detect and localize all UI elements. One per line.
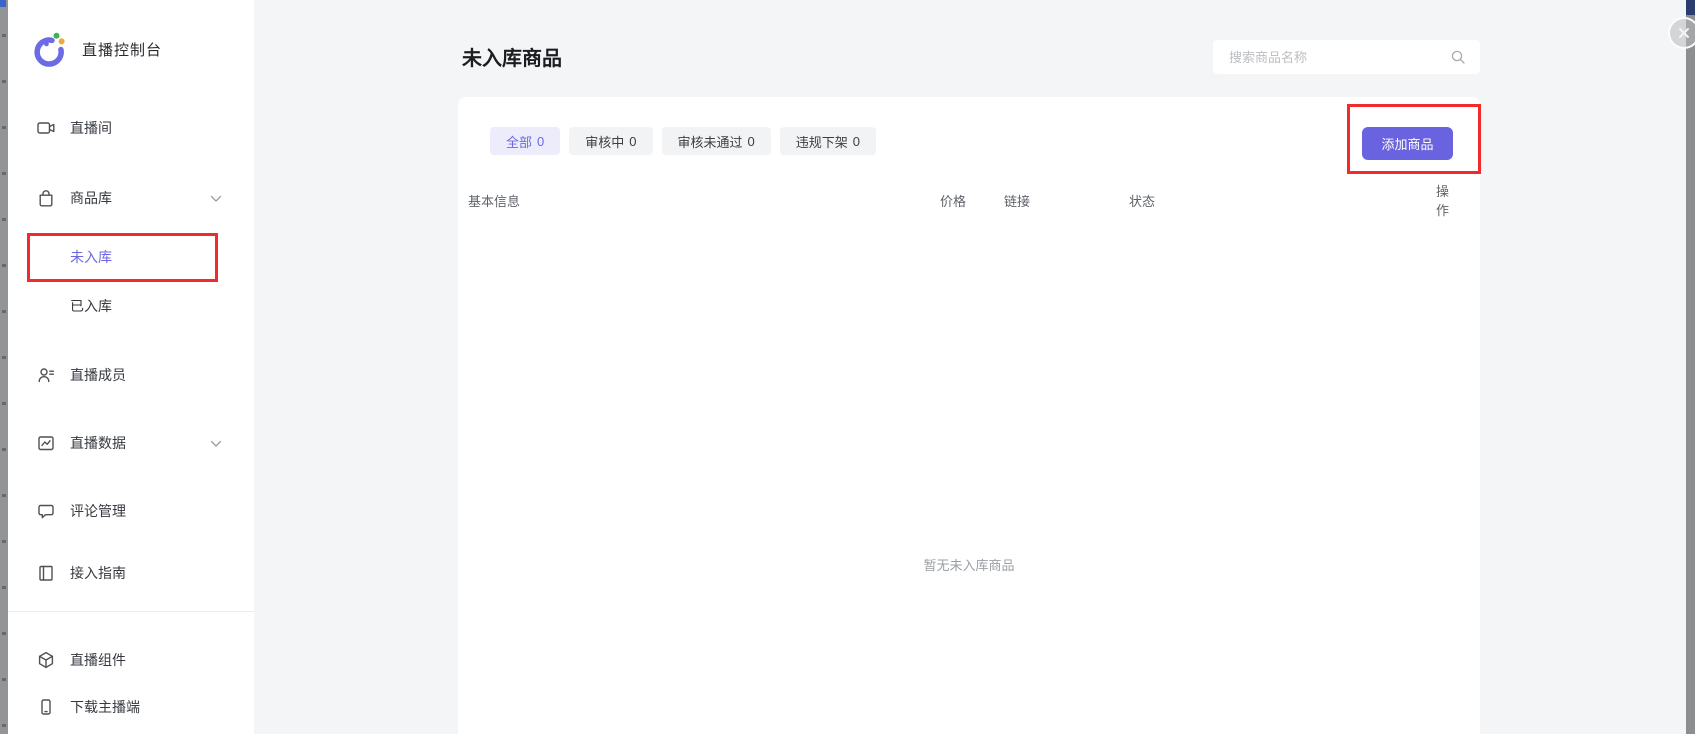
column-header-status: 状态 bbox=[1129, 191, 1436, 210]
sidebar-item-label: 商品库 bbox=[70, 188, 112, 208]
search-box bbox=[1213, 40, 1480, 74]
column-header-price: 价格 bbox=[940, 191, 1004, 210]
cube-icon bbox=[36, 650, 56, 670]
sidebar-item-label: 接入指南 bbox=[70, 563, 126, 583]
member-list-icon bbox=[36, 365, 56, 385]
product-card: 全部 0 审核中 0 审核未通过 0 违规下架 0 添加商品 基本信息 价格 链… bbox=[458, 97, 1480, 734]
app-title: 直播控制台 bbox=[82, 39, 162, 60]
filter-tab-review-failed[interactable]: 审核未通过 0 bbox=[662, 127, 771, 155]
filter-count: 0 bbox=[537, 134, 544, 149]
sidebar-item-label: 直播组件 bbox=[70, 650, 126, 670]
sidebar-divider bbox=[8, 611, 254, 612]
column-header-link: 链接 bbox=[1004, 191, 1129, 210]
phone-icon bbox=[36, 697, 56, 717]
add-product-button[interactable]: 添加商品 bbox=[1362, 127, 1453, 160]
page-title: 未入库商品 bbox=[462, 42, 562, 71]
search-input[interactable] bbox=[1213, 50, 1450, 65]
sidebar-item-label: 直播数据 bbox=[70, 433, 126, 453]
sidebar-item-comment-management[interactable]: 评论管理 bbox=[8, 497, 254, 525]
sidebar-item-label: 未入库 bbox=[70, 247, 112, 267]
chart-icon bbox=[36, 433, 56, 453]
sidebar-item-live-data[interactable]: 直播数据 bbox=[8, 429, 254, 457]
sidebar-item-live-room[interactable]: 直播间 bbox=[8, 114, 254, 142]
guide-book-icon bbox=[36, 563, 56, 583]
sidebar: 直播控制台 直播间 商品库 未入库 已入库 bbox=[8, 0, 254, 734]
background-window-titlebar-fragment bbox=[1686, 0, 1695, 15]
video-camera-icon bbox=[36, 118, 56, 138]
sidebar-item-access-guide[interactable]: 接入指南 bbox=[8, 559, 254, 587]
app-logo-row: 直播控制台 bbox=[32, 31, 162, 67]
sidebar-item-label: 直播成员 bbox=[70, 365, 126, 385]
empty-state-text: 暂无未入库商品 bbox=[923, 555, 1014, 574]
sidebar-item-live-components[interactable]: 直播组件 bbox=[8, 646, 254, 674]
app-logo-icon bbox=[32, 31, 68, 67]
chevron-down-icon bbox=[210, 195, 222, 203]
main-content: 未入库商品 全部 0 审核中 0 审核未通过 0 违规下架 bbox=[254, 0, 1686, 734]
filter-count: 0 bbox=[853, 134, 860, 149]
filter-tabs: 全部 0 审核中 0 审核未通过 0 违规下架 0 bbox=[490, 127, 876, 155]
background-window-text-fragments bbox=[2, 0, 6, 734]
sidebar-item-label: 评论管理 bbox=[70, 501, 126, 521]
filter-label: 审核未通过 bbox=[678, 132, 743, 151]
filter-label: 全部 bbox=[506, 132, 532, 151]
filter-count: 0 bbox=[748, 134, 755, 149]
close-icon bbox=[1678, 27, 1690, 39]
column-header-basic-info: 基本信息 bbox=[468, 191, 940, 210]
sidebar-item-in-stock[interactable]: 已入库 bbox=[8, 292, 254, 320]
close-button[interactable] bbox=[1668, 17, 1695, 49]
background-window-edge-right bbox=[1686, 0, 1695, 734]
sidebar-item-live-members[interactable]: 直播成员 bbox=[8, 361, 254, 389]
shopping-bag-icon bbox=[36, 188, 56, 208]
filter-tab-all[interactable]: 全部 0 bbox=[490, 127, 560, 155]
filter-label: 审核中 bbox=[585, 132, 624, 151]
background-window-edge-left bbox=[0, 0, 8, 734]
sidebar-item-label: 直播间 bbox=[70, 118, 112, 138]
search-icon[interactable] bbox=[1450, 49, 1466, 65]
filter-count: 0 bbox=[629, 134, 636, 149]
filter-tab-removed[interactable]: 违规下架 0 bbox=[780, 127, 876, 155]
sidebar-item-not-in-stock[interactable]: 未入库 bbox=[8, 243, 254, 271]
filter-label: 违规下架 bbox=[796, 132, 848, 151]
chevron-down-icon bbox=[210, 440, 222, 448]
column-header-actions: 操作 bbox=[1436, 181, 1470, 219]
table-header-row: 基本信息 价格 链接 状态 操作 bbox=[468, 181, 1470, 203]
sidebar-item-label: 下载主播端 bbox=[70, 697, 140, 717]
sidebar-item-label: 已入库 bbox=[70, 296, 112, 316]
filter-tab-in-review[interactable]: 审核中 0 bbox=[569, 127, 652, 155]
sidebar-item-product-library[interactable]: 商品库 bbox=[8, 184, 254, 212]
sidebar-item-download-host-client[interactable]: 下载主播端 bbox=[8, 693, 254, 721]
comment-bubble-icon bbox=[36, 501, 56, 521]
